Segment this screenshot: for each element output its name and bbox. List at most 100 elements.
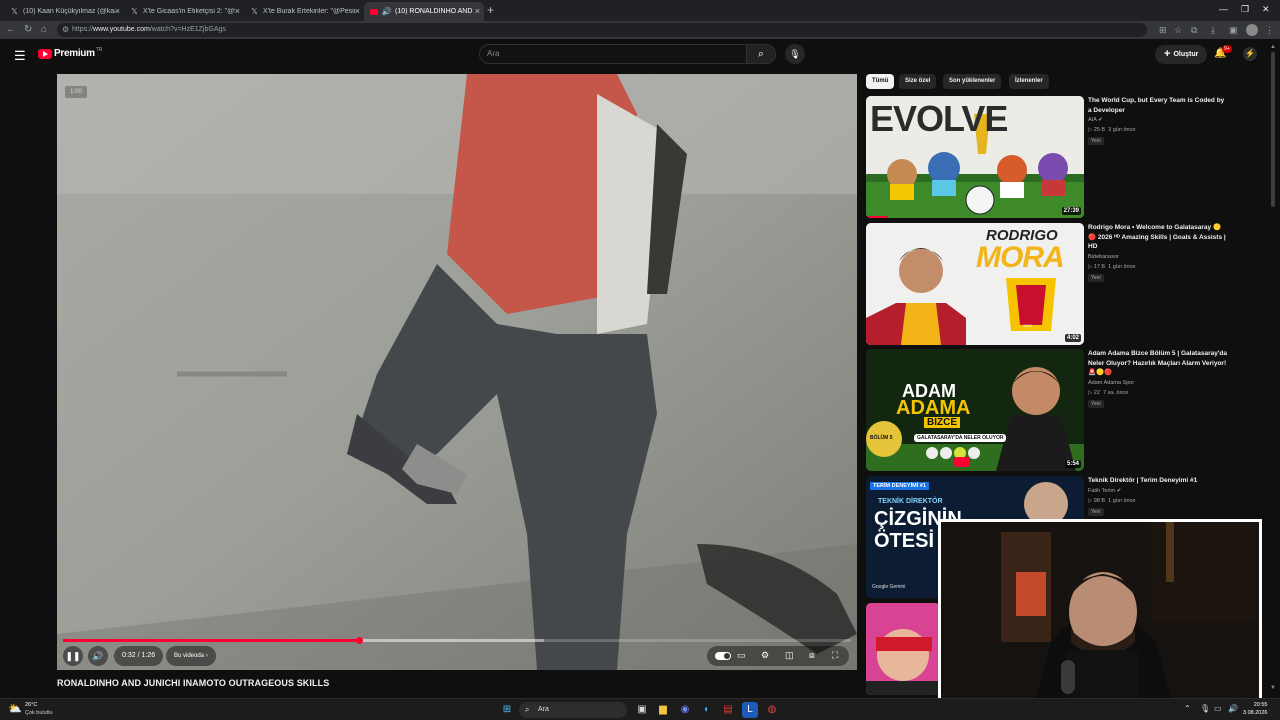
mute-button[interactable]: 🔊	[88, 646, 108, 666]
profile-avatar[interactable]	[1246, 24, 1258, 36]
duration-badge: 5:54	[1064, 460, 1081, 468]
browser-tab[interactable]: 𝕏 (10) Kaan Küçükyılmaz (@kaankc ×	[4, 2, 124, 21]
views-icon: ▷	[1088, 390, 1093, 396]
channel-name[interactable]: Adam Adama Spor	[1088, 380, 1134, 386]
verified-icon: ✔	[1116, 488, 1122, 494]
reload-icon[interactable]: ↻	[24, 24, 32, 35]
minimize-icon[interactable]: —	[1219, 4, 1228, 14]
url-path: /watch?v=HzE1ZjbGAgs	[149, 26, 226, 33]
browser-tab-strip: 𝕏 (10) Kaan Küçükyılmaz (@kaankc × 𝕏 X't…	[0, 0, 1280, 21]
taskbar-search-label: Ara	[538, 706, 549, 713]
speaker-icon[interactable]: 🔊	[382, 7, 392, 16]
address-bar[interactable]: https://www.youtube.com/watch?v=HzE1ZjbG…	[57, 23, 1147, 37]
bookmark-star-icon[interactable]: ☆	[1174, 25, 1182, 36]
close-window-icon[interactable]: ✕	[1262, 4, 1270, 15]
app-icon[interactable]: ▤	[720, 702, 736, 718]
install-app-icon[interactable]: ⊞	[1159, 25, 1167, 36]
search-icon: ⌕	[757, 48, 765, 60]
fullscreen-icon[interactable]: ⛶	[832, 650, 838, 661]
video-player[interactable]: 1:00 ❚❚ 🔊 0:32 / 1:26 Bu videoda › ▭ ⚙ ◫…	[57, 74, 857, 670]
weather-cloudy-icon[interactable]: ⛅	[8, 702, 22, 715]
progress-bar[interactable]	[63, 637, 851, 644]
new-tab-button[interactable]: +	[487, 3, 494, 17]
tab-title: (10) RONALDINHO AND JUNI	[395, 8, 473, 15]
microphone-tray-icon[interactable]: 🎙	[1200, 704, 1210, 713]
recommendation-title[interactable]: Adam Adama Bizce Bölüm 5 | Galatasaray'd…	[1088, 349, 1228, 378]
app-l-icon[interactable]: L	[742, 702, 758, 718]
lightning-icon: ⚡	[1245, 49, 1255, 58]
channel-name[interactable]: Bidebanasor	[1088, 254, 1119, 260]
taskbar-search[interactable]: ⌕ Ara	[519, 702, 627, 718]
chip-all[interactable]: Tümü	[866, 74, 895, 89]
recommendation-title[interactable]: Teknik Direktör | Terim Deneyimi #1	[1088, 476, 1228, 486]
youtube-premium-logo[interactable]: Premium TR	[38, 47, 102, 59]
close-tab-icon[interactable]: ×	[475, 6, 480, 16]
back-icon[interactable]: ←	[6, 24, 16, 35]
recommendation-thumbnail[interactable]	[866, 603, 940, 695]
browser-tab[interactable]: 𝕏 X'te Gicaas'in Etiketçisi 2: "@forzaa …	[124, 2, 244, 21]
search-button[interactable]: ⌕	[746, 44, 776, 64]
browser-toolbar: ← ↻ ⌂ https://www.youtube.com/watch?v=Hz…	[0, 21, 1280, 39]
edge-icon[interactable]: ◐	[699, 702, 715, 718]
pause-button[interactable]: ❚❚	[63, 646, 83, 666]
account-avatar[interactable]: ⚡	[1243, 47, 1257, 61]
downloads-icon[interactable]: ⤓	[1211, 25, 1215, 36]
recommendation-thumbnail[interactable]: ADAM ADAMA BIZCE GALATASARAY'DA NELER OL…	[866, 349, 1084, 471]
chip-watched[interactable]: İzlenenler	[1009, 74, 1049, 89]
cast-icon[interactable]: ⧈	[809, 650, 815, 661]
views-icon: ▷	[1088, 264, 1093, 270]
close-tab-icon[interactable]: ×	[235, 6, 240, 16]
duration-badge: 4:02	[1064, 334, 1081, 342]
close-tab-icon[interactable]: ×	[355, 6, 360, 16]
volume-tray-icon[interactable]: 🔊	[1228, 704, 1238, 713]
browser-menu-icon[interactable]: ⋮	[1265, 25, 1274, 36]
extensions-icon[interactable]: ⧉	[1191, 25, 1197, 36]
site-info-icon[interactable]: ⚙	[62, 25, 69, 34]
create-button[interactable]: + Oluştur	[1155, 45, 1208, 64]
recommendation-thumbnail[interactable]: EVOLVE 27:39	[866, 96, 1084, 218]
time-display: 0:32 / 1:26	[114, 646, 164, 666]
browser-tab[interactable]: 𝕏 X'te Burak Ertekinler: "@Pesindeyi ×	[244, 2, 364, 21]
scroll-up-icon[interactable]: ▲	[1270, 44, 1276, 50]
chapter-button[interactable]: Bu videoda ›	[166, 646, 216, 666]
network-icon[interactable]: ▭	[1214, 704, 1222, 713]
channel-name[interactable]: AIA ✔	[1088, 117, 1103, 123]
subtitles-icon[interactable]: ▭	[737, 650, 746, 661]
home-icon[interactable]: ⌂	[41, 24, 47, 35]
miniplayer-icon[interactable]: ◫	[785, 650, 794, 661]
thumbnail-headline: EVOLVE	[870, 98, 1008, 139]
tray-chevron-icon[interactable]: ⌃	[1184, 704, 1191, 713]
logo-text: Premium	[54, 48, 95, 59]
maximize-icon[interactable]: ❐	[1241, 4, 1249, 15]
new-badge: Yeni	[1088, 400, 1104, 408]
video-title: RONALDINHO AND JUNICHI INAMOTO OUTRAGEOU…	[57, 678, 330, 688]
thumbnail-tag: TERİM DENEYİMİ #1	[870, 482, 929, 490]
search-input[interactable]: Ara	[479, 44, 747, 64]
scrubber-handle[interactable]	[355, 637, 363, 644]
autoplay-toggle[interactable]	[715, 652, 731, 660]
file-explorer-icon[interactable]: ▆	[655, 702, 671, 718]
system-clock[interactable]: 20:55 3.08.2026	[1243, 701, 1267, 717]
menu-icon[interactable]: ☰	[14, 48, 26, 64]
task-view-icon[interactable]: ▣	[634, 702, 650, 718]
recommendation-title[interactable]: The World Cup, but Every Team is Coded b…	[1088, 96, 1228, 115]
chip-recently-uploaded[interactable]: Son yüklenenler	[943, 74, 1002, 89]
channel-name[interactable]: Fatih Terim ✔	[1088, 488, 1121, 494]
youtube-masthead: ☰ Premium TR Ara ⌕ 🎙 + Oluştur 🔔 9+ ⚡	[0, 39, 1280, 73]
thumbnail-headline-3: BIZCE	[924, 417, 960, 428]
windows-start-icon[interactable]: ⊞	[499, 702, 515, 718]
recommendation-title[interactable]: Rodrigo Mora • Welcome to Galatasaray 🟡🔴…	[1088, 223, 1228, 252]
close-tab-icon[interactable]: ×	[115, 6, 120, 16]
youtube-logo-icon	[38, 48, 52, 59]
discord-icon[interactable]: ◉	[677, 702, 693, 718]
voice-search-button[interactable]: 🎙	[785, 44, 805, 64]
chip-for-you[interactable]: Size özel	[899, 74, 937, 89]
scrollbar-thumb[interactable]	[1271, 52, 1275, 207]
browser-tab-active[interactable]: 🔊 (10) RONALDINHO AND JUNI ×	[364, 2, 484, 21]
scroll-down-icon[interactable]: ▼	[1270, 685, 1276, 691]
chrome-icon[interactable]: ◍	[764, 702, 780, 718]
url-domain: www.youtube.com	[93, 26, 150, 33]
sidebar-icon[interactable]: ▣	[1229, 25, 1238, 36]
settings-gear-icon[interactable]: ⚙	[761, 650, 769, 661]
recommendation-thumbnail[interactable]: RODRIGO MORA 1905 4:02	[866, 223, 1084, 345]
